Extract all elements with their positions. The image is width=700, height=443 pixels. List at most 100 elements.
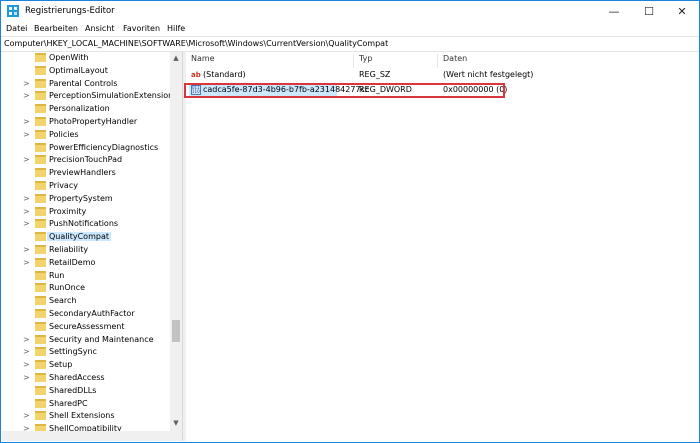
tree-item[interactable]: Run (2, 270, 170, 283)
folder-icon (35, 117, 46, 126)
tree-item-label: SharedAccess (49, 373, 105, 382)
string-value-icon: ab (191, 71, 201, 79)
tree-item[interactable]: OptimalLayout (2, 65, 170, 78)
tree-item[interactable]: SecureAssessment (2, 321, 170, 334)
tree-horizontal-scrollbar[interactable] (2, 431, 170, 441)
tree-vertical-scrollbar[interactable]: ▲ ▼ (170, 52, 182, 441)
tree-item[interactable]: Personalization (2, 103, 170, 116)
tree-item[interactable]: SharedPC (2, 398, 170, 411)
expand-chevron-icon[interactable]: > (23, 411, 30, 420)
expand-chevron-icon[interactable]: > (23, 258, 30, 267)
tree-item-label: RunOnce (49, 283, 86, 293)
expand-chevron-icon[interactable]: > (23, 207, 30, 216)
tree-item[interactable]: > Setup (2, 359, 170, 372)
tree-item[interactable]: > PhotoPropertyHandler (2, 116, 170, 129)
folder-icon (35, 257, 46, 267)
tree-item[interactable]: OpenWith (2, 52, 170, 65)
tree-item[interactable]: PreviewHandlers (2, 167, 170, 180)
tree-item[interactable]: Search (2, 295, 170, 308)
tree-item[interactable]: > PushNotifications (2, 218, 170, 231)
tree-item-label: Search (49, 296, 77, 306)
tree-item-label: SharedDLLs (49, 385, 97, 395)
tree-item-selected[interactable]: QualityCompat (2, 231, 170, 244)
tree-item-label: PowerEfficiencyDiagnostics (49, 142, 159, 152)
tree-item-label: Proximity (49, 206, 87, 216)
tree-item[interactable]: > PrecisionTouchPad (2, 154, 170, 167)
value-data: (Wert nicht festgelegt) (443, 70, 534, 79)
menu-favorites[interactable]: Favoriten (123, 24, 160, 33)
tree-item[interactable]: > PerceptionSimulationExtensions (2, 90, 177, 103)
expand-chevron-icon[interactable]: > (23, 130, 30, 139)
tree-item[interactable]: > Parental Controls (2, 78, 170, 91)
tree-item-label: Setup (49, 360, 73, 370)
column-divider[interactable] (353, 54, 354, 68)
tree-item-label: Policies (49, 129, 79, 139)
expand-chevron-icon[interactable]: > (23, 360, 30, 369)
expand-chevron-icon[interactable]: > (23, 347, 30, 356)
menu-view[interactable]: Ansicht (85, 24, 115, 33)
tree-item-label: RetailDemo (49, 257, 96, 267)
folder-icon (35, 245, 46, 254)
folder-icon (35, 321, 46, 331)
expand-chevron-icon[interactable]: > (23, 373, 30, 382)
tree-item[interactable]: SecondaryAuthFactor (2, 308, 170, 321)
folder-icon (35, 206, 46, 216)
annotation-highlight-box (184, 83, 505, 98)
tree-item-label: PhotoPropertyHandler (49, 117, 138, 126)
column-divider[interactable] (437, 54, 438, 68)
tree-item-label: SecondaryAuthFactor (49, 309, 135, 318)
address-bar[interactable]: Computer\HKEY_LOCAL_MACHINE\SOFTWARE\Mic… (1, 36, 699, 52)
tree-item[interactable]: > Proximity (2, 206, 170, 219)
expand-chevron-icon[interactable]: > (23, 91, 30, 100)
folder-icon (35, 78, 46, 88)
scroll-down-arrow-icon[interactable]: ▼ (170, 417, 182, 429)
tree-item-label: PrecisionTouchPad (49, 155, 123, 165)
tree-item[interactable]: > Shell Extensions (2, 410, 170, 423)
folder-icon (35, 193, 46, 203)
menu-help[interactable]: Hilfe (167, 24, 185, 33)
tree-item[interactable]: > PropertySystem (2, 193, 170, 206)
column-header-data[interactable]: Daten (443, 54, 467, 68)
folder-icon (35, 219, 46, 229)
folder-icon (35, 398, 46, 408)
folder-icon (35, 347, 46, 357)
maximize-button[interactable]: ☐ (632, 1, 666, 22)
tree-item[interactable]: > Reliability (2, 244, 170, 257)
expand-chevron-icon[interactable]: > (23, 335, 30, 344)
expand-chevron-icon[interactable]: > (23, 79, 30, 88)
tree-item-label: Reliability (49, 245, 89, 254)
column-header-type[interactable]: Typ (359, 54, 372, 68)
close-button[interactable]: ✕ (665, 1, 699, 22)
tree-item-label: QualityCompat (47, 232, 111, 242)
tree-item[interactable]: > SettingSync (2, 346, 170, 359)
expand-chevron-icon[interactable]: > (23, 245, 30, 254)
menu-edit[interactable]: Bearbeiten (34, 24, 78, 33)
key-tree-pane[interactable]: OpenWith OptimalLayout > Parental Controls >… (2, 52, 183, 441)
tree-item-label: Parental Controls (49, 78, 118, 88)
expand-chevron-icon[interactable]: > (23, 194, 30, 203)
tree-item[interactable]: > Policies (2, 129, 170, 142)
scroll-up-arrow-icon[interactable]: ▲ (170, 52, 182, 64)
tree-item[interactable]: > SharedAccess (2, 372, 170, 385)
tree-item[interactable]: SharedDLLs (2, 385, 170, 398)
expand-chevron-icon[interactable]: > (23, 117, 30, 126)
folder-icon (35, 129, 46, 139)
tree-item[interactable]: RunOnce (2, 282, 170, 295)
folder-icon (35, 53, 46, 62)
tree-item[interactable]: PowerEfficiencyDiagnostics (2, 142, 170, 155)
values-pane[interactable]: Name Typ Daten ab (Standard) REG_SZ (Wer… (187, 52, 699, 441)
value-row[interactable]: ab (Standard) REG_SZ (Wert nicht festgel… (189, 69, 699, 82)
expand-chevron-icon[interactable]: > (23, 155, 30, 164)
minimize-button[interactable]: — (597, 1, 631, 22)
tree-item-label: Security and Maintenance (49, 334, 154, 344)
tree-item[interactable]: Privacy (2, 180, 170, 193)
tree-item[interactable]: > RetailDemo (2, 257, 170, 270)
menu-file[interactable]: Datei (6, 24, 27, 33)
scroll-thumb[interactable] (172, 320, 180, 342)
column-header-name[interactable]: Name (191, 54, 215, 68)
title-bar[interactable]: Registrierungs-Editor — ☐ ✕ (1, 1, 699, 22)
tree-item[interactable]: > Security and Maintenance (2, 334, 170, 347)
expand-chevron-icon[interactable]: > (23, 219, 30, 228)
pane-splitter[interactable] (183, 52, 186, 441)
address-path[interactable]: Computer\HKEY_LOCAL_MACHINE\SOFTWARE\Mic… (4, 39, 388, 48)
